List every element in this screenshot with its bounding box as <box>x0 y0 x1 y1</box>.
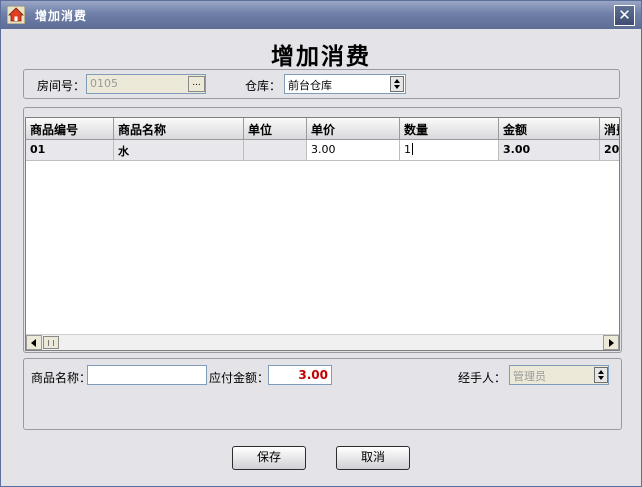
col-header-consume[interactable]: 消费 <box>600 118 619 140</box>
quantity-value: 1 <box>404 143 411 156</box>
room-label: 房间号： <box>37 79 86 93</box>
cell-name[interactable]: 水 <box>114 140 244 161</box>
warehouse-dropdown-button[interactable] <box>390 76 404 92</box>
scroll-right-button[interactable] <box>603 335 619 350</box>
dialog-window: 增加消费 ✕ 增加消费 房间号： 0105 ... 仓库： 前台仓库 商品编号 … <box>0 0 642 487</box>
text-cursor <box>412 143 413 155</box>
handler-label: 经手人： <box>458 371 507 385</box>
spin-up-icon <box>394 79 400 83</box>
col-header-unit[interactable]: 单位 <box>244 118 307 140</box>
col-header-name[interactable]: 商品名称 <box>114 118 244 140</box>
grip-icon <box>48 340 54 346</box>
cancel-button[interactable]: 取消 <box>336 446 410 470</box>
col-header-price[interactable]: 单价 <box>307 118 400 140</box>
save-button[interactable]: 保存 <box>232 446 306 470</box>
title-bar[interactable]: 增加消费 ✕ <box>1 1 641 29</box>
table-row[interactable]: 01 水 3.00 1 3.00 20 <box>26 140 619 161</box>
cell-consume[interactable]: 20 <box>600 140 619 161</box>
window-title: 增加消费 <box>35 9 88 23</box>
page-title: 增加消费 <box>271 43 371 70</box>
cell-code[interactable]: 01 <box>26 140 114 161</box>
arrow-right-icon <box>609 339 614 347</box>
cell-amount[interactable]: 3.00 <box>499 140 600 161</box>
close-icon: ✕ <box>618 6 631 24</box>
handler-dropdown-button[interactable] <box>594 367 608 383</box>
warehouse-select[interactable]: 前台仓库 <box>284 74 406 94</box>
product-name-label: 商品名称： <box>31 371 92 385</box>
col-header-quantity[interactable]: 数量 <box>400 118 499 140</box>
product-name-input[interactable] <box>87 365 207 385</box>
arrow-left-icon <box>31 339 36 347</box>
payable-label: 应付金额： <box>209 371 270 385</box>
cell-unit[interactable] <box>244 140 307 161</box>
spin-down-icon <box>394 85 400 89</box>
col-header-code[interactable]: 商品编号 <box>26 118 114 140</box>
payable-amount-field[interactable]: 3.00 <box>268 365 332 385</box>
items-grid[interactable]: 商品编号 商品名称 单位 单价 数量 金额 消费 01 水 3.00 1 3.0… <box>25 117 620 351</box>
room-browse-button[interactable]: ... <box>188 76 205 92</box>
scroll-thumb[interactable] <box>43 336 59 349</box>
cell-price[interactable]: 3.00 <box>307 140 400 161</box>
home-icon <box>7 6 25 24</box>
spin-down-icon <box>598 376 604 380</box>
cell-quantity[interactable]: 1 <box>400 140 499 161</box>
horizontal-scrollbar[interactable] <box>26 334 619 350</box>
spin-up-icon <box>598 370 604 374</box>
warehouse-label: 仓库： <box>245 79 282 93</box>
grid-header: 商品编号 商品名称 单位 单价 数量 金额 消费 <box>26 118 619 140</box>
scroll-left-button[interactable] <box>26 335 42 350</box>
close-button[interactable]: ✕ <box>614 5 635 26</box>
col-header-amount[interactable]: 金额 <box>499 118 600 140</box>
